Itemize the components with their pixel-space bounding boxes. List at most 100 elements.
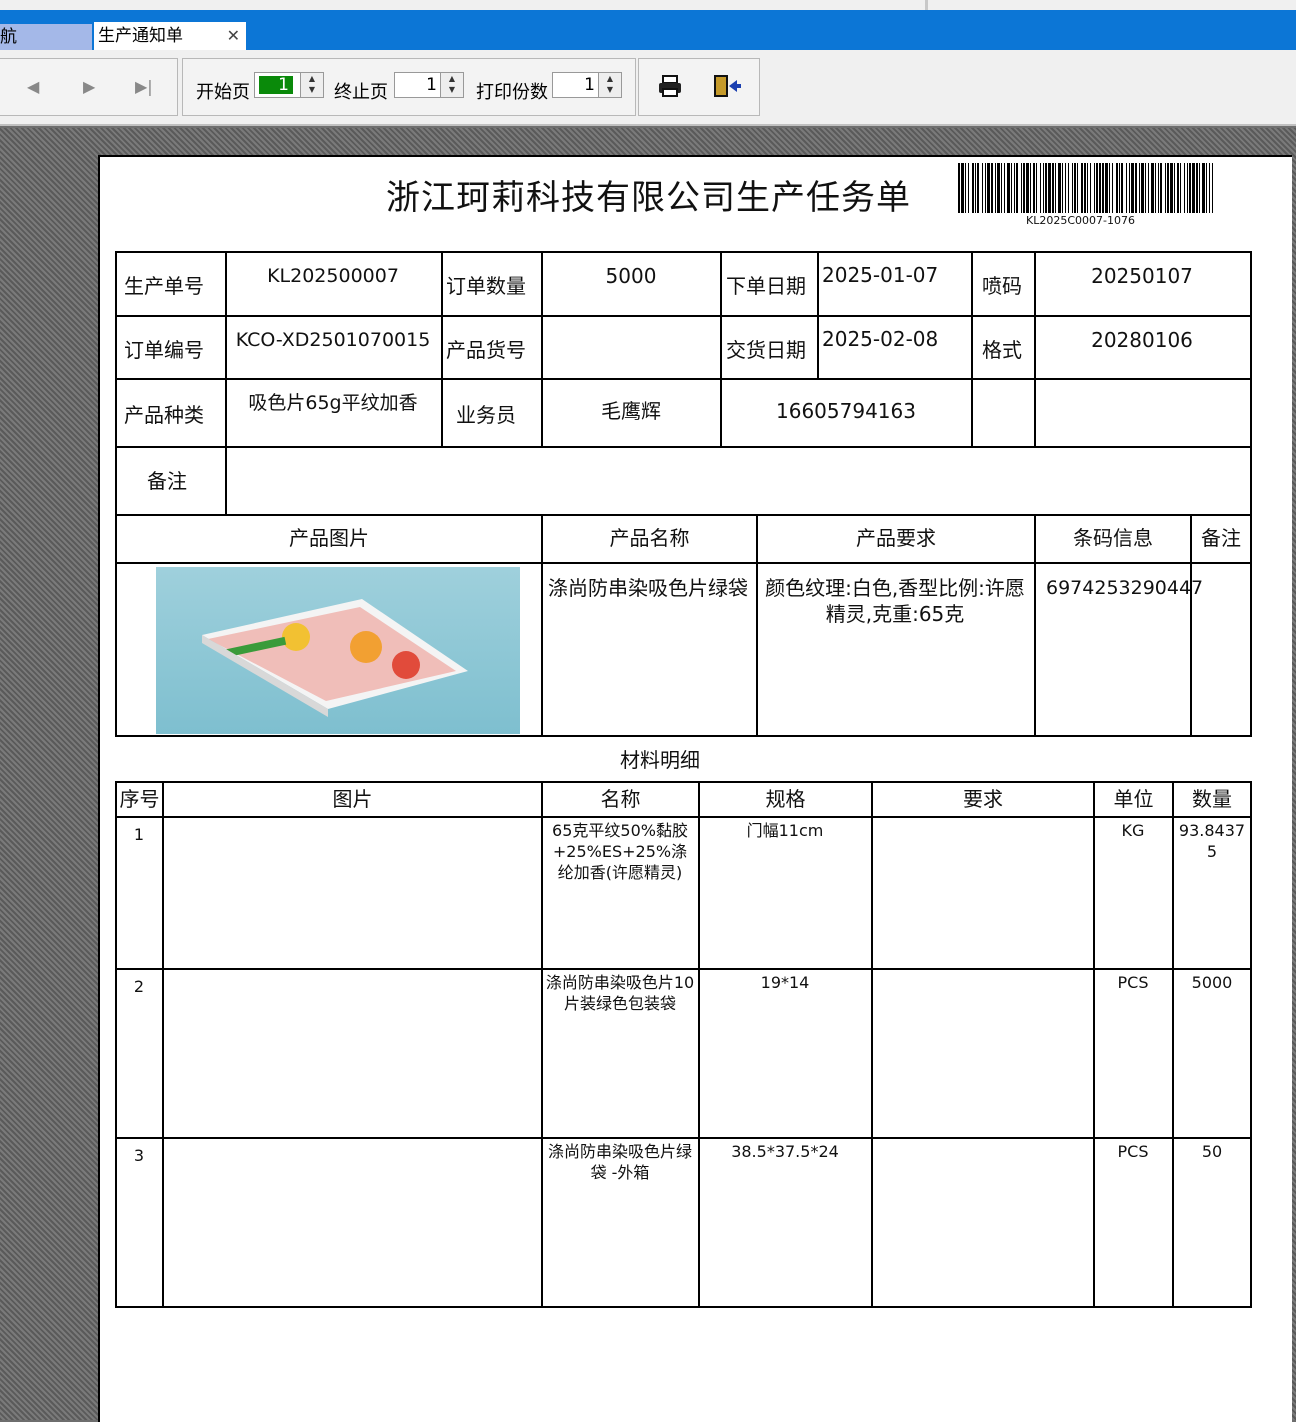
toolbar: ◀ ▶ ▶| 开始页 1 ▲ ▼ 终止页 1 ▲ ▼ 打印份数 1 ▲ ▼: [0, 50, 1296, 126]
print-icon[interactable]: [656, 74, 686, 98]
material-header: 规格: [765, 787, 806, 811]
copies-stepper[interactable]: 1 ▲ ▼: [552, 72, 622, 98]
tab-production-notice[interactable]: 生产通知单 ✕: [94, 22, 246, 50]
prev-page-icon[interactable]: ◀: [27, 77, 39, 96]
info-label: 产品种类: [124, 403, 204, 427]
grid-line: [115, 816, 1252, 818]
report-title: 浙江珂莉科技有限公司生产任务单: [386, 178, 911, 218]
grid-line: [225, 251, 227, 516]
grid-line: [115, 315, 1252, 317]
material-no: 1: [133, 825, 145, 844]
material-header: 单位: [1113, 787, 1154, 811]
material-header: 数量: [1192, 787, 1232, 811]
material-qty: 5000: [1191, 973, 1233, 992]
barcode-image: [958, 163, 1213, 213]
info-label: 喷码: [982, 274, 1022, 298]
last-page-icon[interactable]: ▶|: [135, 77, 153, 96]
product-header: 产品图片: [289, 526, 369, 550]
info-value: 20250107: [1091, 264, 1193, 288]
tab-label: 生产通知单: [98, 26, 183, 46]
stepper-arrows-icon[interactable]: ▲ ▼: [440, 73, 463, 97]
grid-line: [115, 781, 1252, 783]
material-name: 65克平纹50%黏胶+25%ES+25%涤纶加香(许愿精灵): [552, 821, 688, 882]
tab-navigation[interactable]: 航: [0, 24, 92, 50]
grid-line: [1250, 251, 1252, 516]
grid-line: [1250, 514, 1252, 737]
grid-line: [162, 781, 164, 1308]
material-header: 要求: [963, 787, 1003, 811]
info-value: 5000: [605, 264, 657, 288]
info-label: 生产单号: [124, 274, 204, 298]
info-label: 业务员: [456, 403, 516, 427]
info-value: KL202500007: [267, 265, 399, 287]
material-spec: 19*14: [760, 973, 810, 992]
end-page-label: 终止页: [334, 82, 388, 103]
stepper-arrows-icon[interactable]: ▲ ▼: [598, 73, 621, 97]
grid-line: [115, 1306, 1252, 1308]
info-value: 16605794163: [776, 399, 916, 423]
material-spec: 38.5*37.5*24: [731, 1142, 839, 1161]
grid-line: [115, 251, 117, 516]
grid-line: [115, 378, 1252, 380]
start-page-label: 开始页: [196, 82, 250, 103]
grid-line: [115, 1137, 1252, 1139]
grid-line: [115, 446, 1252, 448]
material-unit: PCS: [1117, 1142, 1149, 1161]
grid-line: [1093, 781, 1095, 1308]
info-label: 下单日期: [726, 274, 806, 298]
stepper-arrows-icon[interactable]: ▲ ▼: [300, 73, 323, 97]
product-requirement: 颜色纹理:白色,香型比例:许愿精灵,克重:65克: [765, 576, 1025, 626]
page-nav-group: ◀ ▶ ▶|: [0, 58, 178, 116]
material-unit: PCS: [1117, 973, 1149, 992]
material-name: 涤尚防串染吸色片绿袋 -外箱: [547, 1142, 692, 1182]
info-value: 毛鹰辉: [601, 399, 661, 423]
start-page-stepper[interactable]: 1 ▲ ▼: [254, 72, 324, 98]
grid-line: [115, 968, 1252, 970]
material-qty: 50: [1201, 1142, 1223, 1161]
product-header: 产品要求: [856, 526, 936, 550]
grid-line: [817, 251, 819, 380]
material-spec: 门幅11cm: [746, 821, 824, 840]
product-name: 涤尚防串染吸色片绿袋: [548, 576, 748, 600]
material-no: 3: [133, 1146, 145, 1165]
material-qty: 93.84375: [1178, 821, 1246, 861]
remark-label: 备注: [147, 469, 187, 493]
copies-label: 打印份数: [476, 82, 548, 103]
next-page-icon[interactable]: ▶: [83, 77, 95, 96]
grid-line: [115, 514, 1252, 516]
info-label: 订单编号: [124, 337, 204, 362]
product-image: [156, 567, 520, 734]
material-header: 名称: [600, 787, 641, 811]
grid-line: [115, 781, 117, 1308]
info-label: 格式: [982, 337, 1022, 362]
info-value: 吸色片65g平纹加香: [248, 392, 418, 414]
close-icon[interactable]: ✕: [227, 22, 240, 50]
barcode-text: KL2025C0007-1076: [1026, 214, 1135, 227]
product-barcode: 6974253290447: [1046, 577, 1204, 599]
info-value: 2025-02-08: [822, 327, 939, 351]
grid-line: [115, 562, 1252, 564]
info-label: 产品货号: [446, 337, 526, 362]
info-value: 2025-01-07: [822, 263, 939, 287]
material-unit: KG: [1121, 821, 1145, 840]
top-strip: [0, 0, 1296, 10]
grid-line: [1172, 781, 1174, 1308]
product-header: 备注: [1201, 526, 1241, 550]
grid-line: [971, 251, 973, 448]
grid-line: [115, 251, 1252, 253]
grid-line: [1250, 781, 1252, 1308]
product-header: 条码信息: [1073, 526, 1153, 550]
info-value: 20280106: [1091, 328, 1193, 352]
material-header: 图片: [332, 787, 373, 811]
exit-icon[interactable]: [712, 74, 742, 100]
material-name: 涤尚防串染吸色片10片装绿色包装袋: [545, 973, 695, 1013]
grid-line: [441, 251, 443, 448]
material-no: 2: [133, 977, 145, 996]
grid-line: [871, 781, 873, 1308]
grid-line: [698, 781, 700, 1308]
end-page-stepper[interactable]: 1 ▲ ▼: [394, 72, 464, 98]
info-label: 交货日期: [726, 337, 806, 362]
grid-line: [541, 781, 543, 1308]
product-header: 产品名称: [609, 526, 690, 550]
material-header: 序号: [119, 787, 160, 811]
